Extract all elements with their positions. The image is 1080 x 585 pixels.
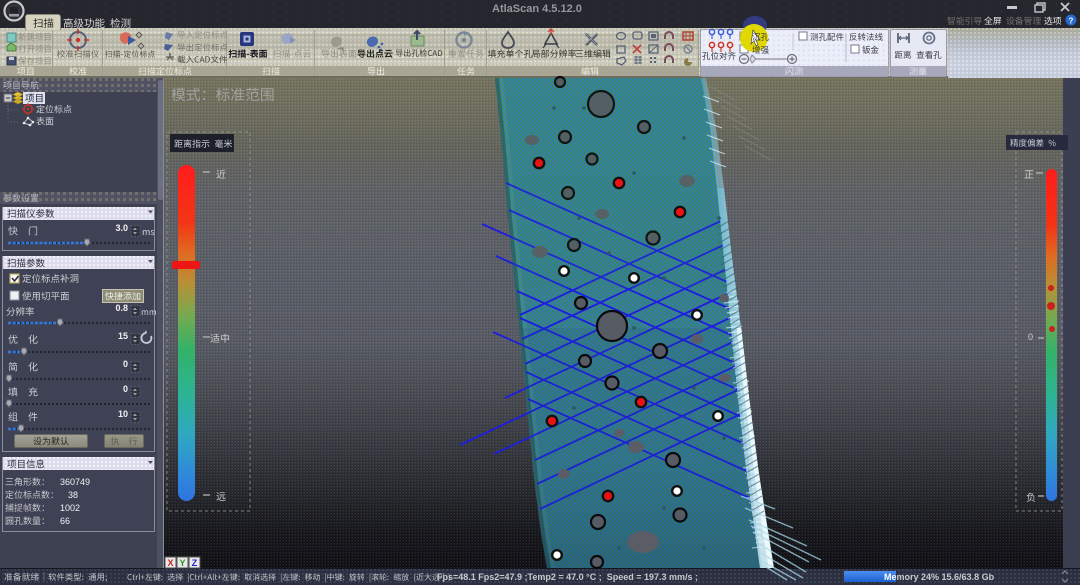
svg-text:Z: Z: [192, 558, 198, 568]
svg-text:X: X: [167, 558, 173, 568]
svg-text:?: ?: [1069, 17, 1074, 26]
svg-text:Y: Y: [179, 558, 185, 568]
